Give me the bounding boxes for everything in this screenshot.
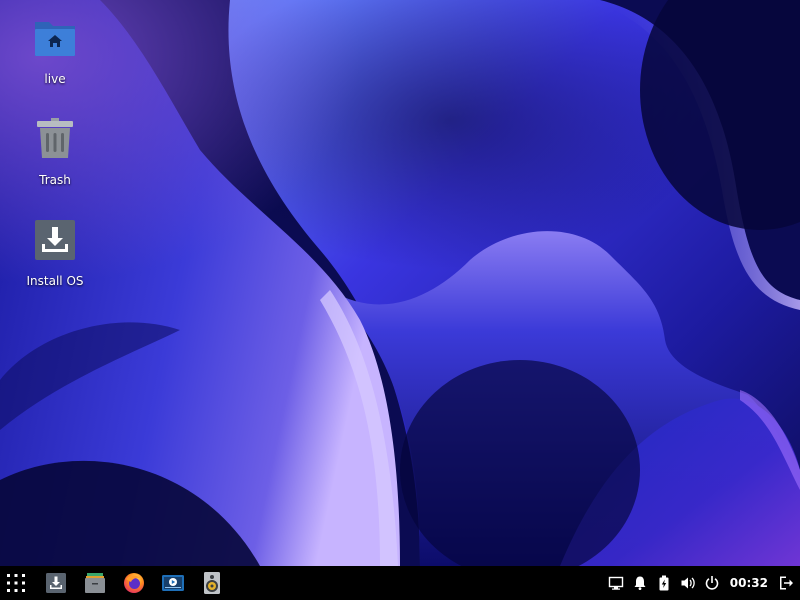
firefox-icon [124,573,144,593]
volume-icon [681,577,695,589]
taskbar-file-manager-button[interactable] [82,570,108,596]
taskbar: 00:32 [0,566,800,600]
logout-icon [780,576,793,590]
tray-battery-button[interactable] [656,575,672,591]
desktop-icon-trash[interactable]: Trash [7,115,103,187]
notification-bell-icon [634,576,646,590]
app-launcher-button[interactable] [0,566,32,600]
tray-display-button[interactable] [608,575,624,591]
desktop-icon-install-os[interactable]: Install OS [7,216,103,288]
display-icon [608,576,623,590]
taskbar-video-player-button[interactable] [160,570,186,596]
battery-icon [659,575,669,591]
taskbar-audio-player-button[interactable] [199,570,225,596]
desktop-icon-label: Trash [39,173,71,187]
tray-notifications-button[interactable] [632,575,648,591]
app-grid-icon [7,574,25,592]
desktop-icon-live[interactable]: live [7,14,103,86]
install-icon [35,220,75,260]
wallpaper [0,0,800,566]
desktop-icon-label: Install OS [26,274,84,288]
power-icon [705,576,719,590]
video-player-icon [162,575,184,591]
file-manager-icon [85,573,105,593]
trash-icon [37,118,73,158]
tray-power-button[interactable] [704,575,720,591]
clock[interactable]: 00:32 [730,576,768,590]
system-tray: 00:32 [600,566,800,600]
desktop[interactable]: live Trash Install OS [0,0,800,566]
audio-player-icon [204,572,220,594]
desktop-icon-label: live [44,72,66,86]
logout-button[interactable] [778,575,794,591]
tray-volume-button[interactable] [680,575,696,591]
home-folder-icon [35,22,75,56]
installer-icon [46,573,66,593]
taskbar-installer-button[interactable] [43,570,69,596]
taskbar-firefox-button[interactable] [121,570,147,596]
